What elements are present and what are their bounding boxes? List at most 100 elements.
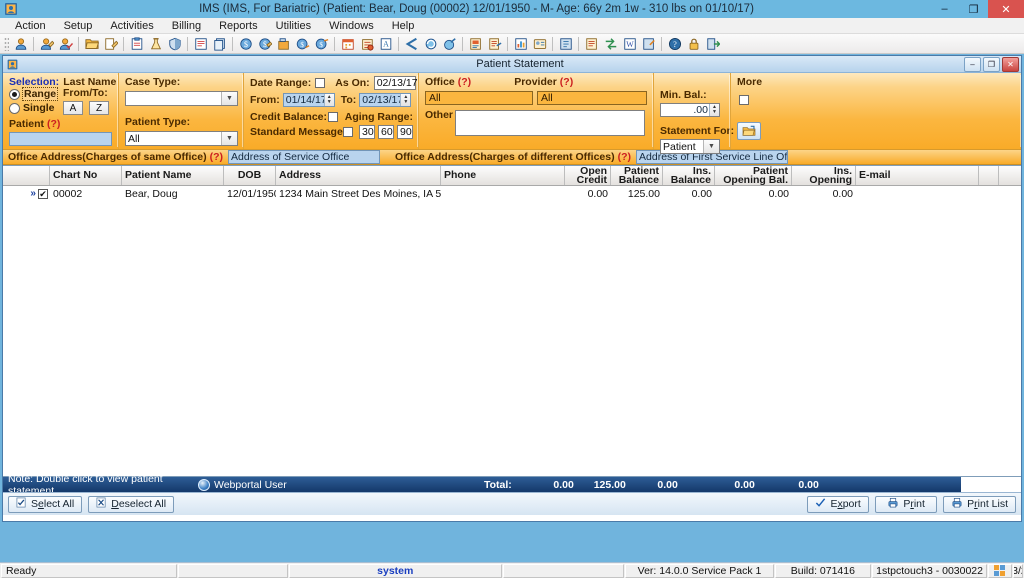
maximize-button[interactable]: ❐ xyxy=(959,0,988,18)
clipboard-icon[interactable] xyxy=(128,35,145,52)
print-button[interactable]: Print xyxy=(875,495,938,513)
menu-item-help[interactable]: Help xyxy=(383,18,424,34)
refresh-icon[interactable] xyxy=(422,35,439,52)
date-to-input[interactable]: 02/13/17 ▲ ▼ xyxy=(359,93,412,107)
radio-single[interactable] xyxy=(9,102,20,114)
statement-for-select[interactable]: Patient ▼ xyxy=(660,139,720,154)
standard-messages-checkbox[interactable] xyxy=(343,127,353,137)
id-card-icon[interactable] xyxy=(531,35,548,52)
minimize-button[interactable]: – xyxy=(930,0,959,18)
dollar-icon[interactable]: $ xyxy=(237,35,254,52)
column-header-ins_balance[interactable]: Ins. Balance xyxy=(663,166,715,185)
office-help-icon[interactable]: (?) xyxy=(458,76,471,88)
select-all-button[interactable]: Select All xyxy=(8,495,83,513)
spinner-icon[interactable]: ▲ ▼ xyxy=(400,94,411,106)
column-header-open_credit[interactable]: Open Credit xyxy=(565,166,611,185)
date-range-checkbox[interactable] xyxy=(315,78,326,88)
payment-icon[interactable]: $ xyxy=(256,35,273,52)
more-checkbox[interactable] xyxy=(739,95,749,105)
column-header-marker[interactable] xyxy=(3,166,50,185)
menu-item-billing[interactable]: Billing xyxy=(163,18,210,34)
row-checkbox[interactable]: ✔ xyxy=(38,189,48,199)
lab-flask-icon[interactable] xyxy=(147,35,164,52)
diff-office-help-icon[interactable]: (?) xyxy=(618,151,631,163)
aging-60-button[interactable]: 60 xyxy=(378,125,394,139)
child-close-button[interactable]: ✕ xyxy=(1002,57,1019,72)
column-header-patient_name[interactable]: Patient Name xyxy=(122,166,224,185)
chart-bar-icon[interactable] xyxy=(512,35,529,52)
calendar-icon[interactable] xyxy=(339,35,356,52)
table-row[interactable]: ›› ✔ 00002 Bear, Doug 12/01/1950 1234 Main St… xyxy=(3,186,1021,202)
column-header-ins_opening_bal[interactable]: Ins.Opening Bal. xyxy=(792,166,856,185)
appointment-icon[interactable]: A xyxy=(377,35,394,52)
last-name-from-button[interactable]: A xyxy=(63,101,83,115)
provider-help-icon[interactable]: (?) xyxy=(560,76,573,88)
word-icon[interactable]: W xyxy=(621,35,638,52)
menu-item-activities[interactable]: Activities xyxy=(101,18,162,34)
spinner-icon[interactable]: ▲ ▼ xyxy=(709,104,719,116)
open-folder-icon[interactable] xyxy=(737,122,761,140)
spinner-icon[interactable]: ▲ ▼ xyxy=(323,94,334,106)
patient-input[interactable] xyxy=(9,132,112,146)
column-header-address[interactable]: Address xyxy=(276,166,441,185)
open-folder-icon[interactable] xyxy=(83,35,100,52)
patient-edit-icon[interactable] xyxy=(38,35,55,52)
help-icon[interactable]: ? xyxy=(666,35,683,52)
exit-icon[interactable] xyxy=(704,35,721,52)
export-icon[interactable] xyxy=(640,35,657,52)
column-header-email[interactable]: E-mail xyxy=(856,166,979,185)
edit-note-icon[interactable] xyxy=(102,35,119,52)
chevron-down-icon[interactable]: ▼ xyxy=(221,92,237,105)
last-name-to-button[interactable]: Z xyxy=(89,101,109,115)
print-list-button[interactable]: Print List xyxy=(943,495,1016,513)
case-type-select[interactable]: ▼ xyxy=(125,91,238,106)
refund-icon[interactable]: $ xyxy=(294,35,311,52)
cell-marker[interactable]: ›› ✔ xyxy=(3,187,50,201)
other-note-input[interactable] xyxy=(455,110,645,136)
radio-range-label[interactable]: Range xyxy=(21,87,59,101)
pages-icon[interactable] xyxy=(211,35,228,52)
column-header-phone[interactable]: Phone xyxy=(441,166,565,185)
column-header-spacer[interactable] xyxy=(979,166,999,185)
document-abc-icon[interactable] xyxy=(192,35,209,52)
menu-item-action[interactable]: Action xyxy=(6,18,55,34)
billing-icon[interactable]: $ xyxy=(313,35,330,52)
column-header-patient_opening_bal[interactable]: Patient Opening Bal. xyxy=(715,166,792,185)
chevron-down-icon[interactable]: ▼ xyxy=(703,140,719,153)
toolbar-grip[interactable] xyxy=(4,36,9,51)
menu-item-utilities[interactable]: Utilities xyxy=(267,18,320,34)
office-input[interactable]: All xyxy=(425,91,533,105)
windows-icon[interactable] xyxy=(988,563,1012,578)
menu-item-windows[interactable]: Windows xyxy=(320,18,383,34)
cash-register-icon[interactable] xyxy=(275,35,292,52)
scheduler-icon[interactable] xyxy=(358,35,375,52)
menu-item-reports[interactable]: Reports xyxy=(210,18,267,34)
notes-icon[interactable] xyxy=(583,35,600,52)
close-button[interactable]: ✕ xyxy=(988,0,1024,18)
child-minimize-button[interactable]: – xyxy=(964,57,981,72)
patient-help-icon[interactable]: (?) xyxy=(47,118,60,130)
transfer-icon[interactable] xyxy=(602,35,619,52)
date-from-input[interactable]: 01/14/17 ▲ ▼ xyxy=(282,93,335,107)
patient-type-select[interactable]: All ▼ xyxy=(125,131,238,146)
patient-icon[interactable] xyxy=(12,35,29,52)
shield-icon[interactable] xyxy=(166,35,183,52)
min-bal-input[interactable]: .00 ▲ ▼ xyxy=(660,103,720,117)
provider-input[interactable]: All xyxy=(537,91,647,105)
same-office-value[interactable]: Address of Service Office xyxy=(228,150,381,164)
radio-single-label[interactable]: Single xyxy=(23,102,55,114)
credit-balance-checkbox[interactable] xyxy=(327,112,338,122)
export-button[interactable]: Export xyxy=(807,495,870,513)
as-on-input[interactable]: 02/13/17 xyxy=(373,76,418,90)
back-arrow-icon[interactable] xyxy=(403,35,420,52)
column-header-chart_no[interactable]: Chart No xyxy=(50,166,122,185)
child-restore-button[interactable]: ❐ xyxy=(983,57,1000,72)
aging-90-button[interactable]: 90 xyxy=(397,125,413,139)
menu-item-setup[interactable]: Setup xyxy=(55,18,102,34)
same-office-help-icon[interactable]: (?) xyxy=(210,151,223,163)
column-header-dob[interactable]: DOB xyxy=(224,166,276,185)
deselect-all-button[interactable]: Deselect All xyxy=(88,495,175,513)
report-print-icon[interactable] xyxy=(486,35,503,52)
refresh-out-icon[interactable] xyxy=(441,35,458,52)
radio-range[interactable] xyxy=(9,88,20,100)
